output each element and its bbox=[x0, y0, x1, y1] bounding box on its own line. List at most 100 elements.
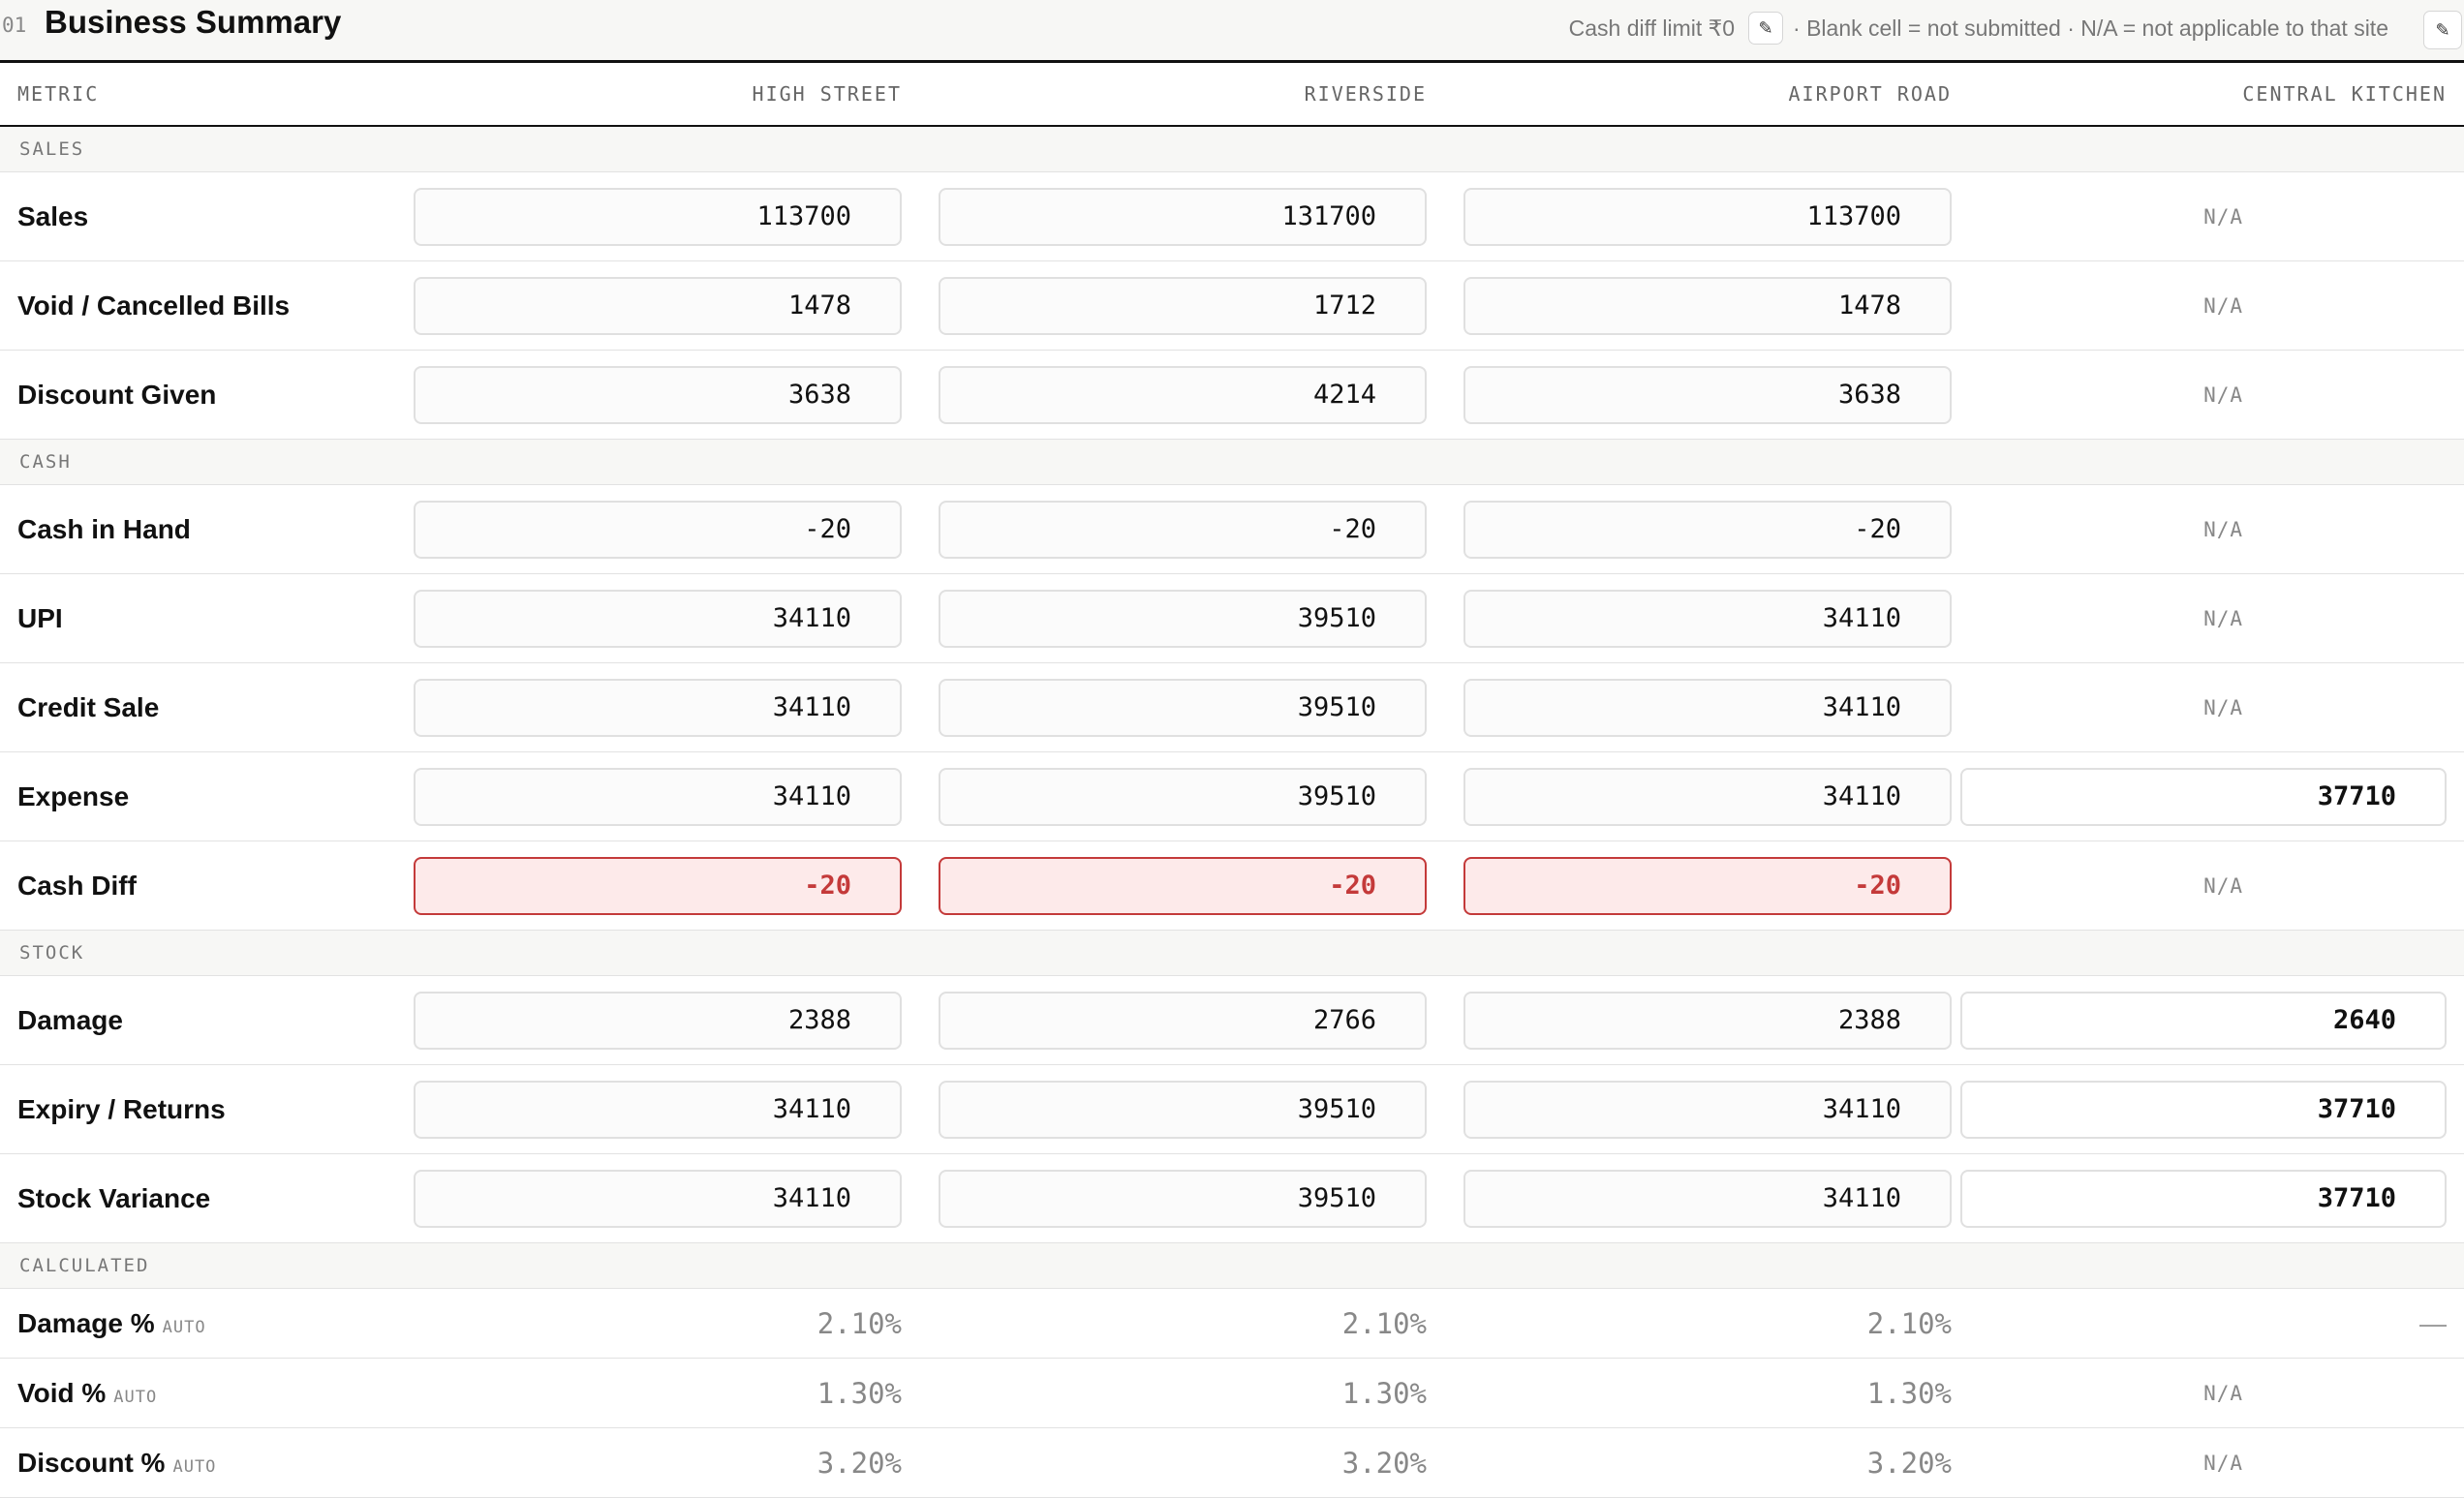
value-input[interactable]: 39510 bbox=[939, 1169, 1427, 1228]
na-label: N/A bbox=[2203, 293, 2243, 318]
header-hint: Cash diff limit ₹0 ✎ · Blank cell = not … bbox=[1569, 12, 2388, 45]
summary-table: METRIC HIGH STREET RIVERSIDE AIRPORT ROA… bbox=[0, 63, 2464, 1498]
table-row-stock-variance: Stock Variance 34110 39510 34110 37710 bbox=[0, 1153, 2464, 1243]
calculated-value: 1.30% bbox=[1341, 1376, 1427, 1410]
metric-label: Discount Given bbox=[0, 350, 378, 440]
value-input[interactable]: 1712 bbox=[939, 276, 1427, 335]
value-input[interactable]: 37710 bbox=[1960, 767, 2447, 826]
table-row-upi: UPI 34110 39510 34110 N/A bbox=[0, 573, 2464, 663]
metric-label: Damage % AUTO bbox=[0, 1288, 378, 1359]
na-label: N/A bbox=[2203, 382, 2243, 407]
section-header: 01 Business Summary Cash diff limit ₹0 ✎… bbox=[0, 0, 2464, 63]
value-input[interactable]: 39510 bbox=[939, 678, 1427, 737]
value-input[interactable]: 39510 bbox=[939, 1080, 1427, 1139]
calculated-value: 3.20% bbox=[1866, 1446, 1952, 1480]
group-label: STOCK bbox=[0, 930, 2464, 976]
value-input[interactable]: 34110 bbox=[414, 767, 902, 826]
pencil-icon: ✎ bbox=[1758, 17, 1773, 38]
metric-label: Cash in Hand bbox=[0, 484, 378, 574]
edit-section-button[interactable]: ✎ bbox=[2423, 11, 2462, 49]
na-label: N/A bbox=[2203, 1381, 2243, 1405]
value-input[interactable]: 113700 bbox=[1463, 187, 1952, 246]
value-input[interactable]: 34110 bbox=[1463, 1080, 1952, 1139]
table-header-row: METRIC HIGH STREET RIVERSIDE AIRPORT ROA… bbox=[0, 63, 2464, 127]
value-input[interactable]: -20 bbox=[1463, 500, 1952, 559]
na-label: N/A bbox=[2203, 695, 2243, 719]
table-row-cash-in-hand: Cash in Hand -20 -20 -20 N/A bbox=[0, 484, 2464, 574]
value-input[interactable]: 34110 bbox=[414, 1169, 902, 1228]
metric-label: Expense bbox=[0, 751, 378, 841]
table-row-void-pct: Void % AUTO 1.30% 1.30% 1.30% N/A bbox=[0, 1358, 2464, 1428]
value-input[interactable]: 34110 bbox=[414, 1080, 902, 1139]
table-row-damage: Damage 2388 2766 2388 2640 bbox=[0, 975, 2464, 1065]
value-input[interactable]: 34110 bbox=[1463, 678, 1952, 737]
column-header-central-kitchen: CENTRAL KITCHEN bbox=[1952, 63, 2464, 127]
value-input[interactable]: -20 bbox=[414, 500, 902, 559]
na-label: N/A bbox=[2203, 606, 2243, 630]
group-label: CALCULATED bbox=[0, 1242, 2464, 1289]
section-number: 01 bbox=[2, 14, 27, 37]
value-input[interactable]: 4214 bbox=[939, 365, 1427, 424]
calculated-value: 2.10% bbox=[816, 1306, 902, 1340]
value-input[interactable]: 113700 bbox=[414, 187, 902, 246]
group-label: CASH bbox=[0, 439, 2464, 485]
value-input[interactable]: 3638 bbox=[414, 365, 902, 424]
group-row-stock: STOCK bbox=[0, 930, 2464, 976]
value-input[interactable]: 39510 bbox=[939, 767, 1427, 826]
calculated-value: 1.30% bbox=[1866, 1376, 1952, 1410]
value-input[interactable]: 34110 bbox=[414, 589, 902, 648]
column-header-metric: METRIC bbox=[0, 63, 378, 127]
cash-diff-limit-label: Cash diff limit ₹0 bbox=[1568, 15, 1736, 41]
value-input[interactable]: 39510 bbox=[939, 589, 1427, 648]
value-input[interactable]: 1478 bbox=[1463, 276, 1952, 335]
value-input[interactable]: 34110 bbox=[1463, 1169, 1952, 1228]
table-row-discount: Discount Given 3638 4214 3638 N/A bbox=[0, 350, 2464, 440]
table-row-discount-pct: Discount % AUTO 3.20% 3.20% 3.20% N/A bbox=[0, 1427, 2464, 1498]
na-label: N/A bbox=[2203, 873, 2243, 898]
empty-dash: — bbox=[1952, 1288, 2464, 1359]
value-input[interactable]: 34110 bbox=[1463, 589, 1952, 648]
table-row-expense: Expense 34110 39510 34110 37710 bbox=[0, 751, 2464, 841]
value-input[interactable]: 37710 bbox=[1960, 1169, 2447, 1228]
value-input[interactable]: 34110 bbox=[414, 678, 902, 737]
table-row-cash-diff: Cash Diff -20 -20 -20 N/A bbox=[0, 841, 2464, 931]
metric-label: Expiry / Returns bbox=[0, 1064, 378, 1154]
na-label: N/A bbox=[2203, 204, 2243, 229]
pencil-icon: ✎ bbox=[2435, 19, 2450, 40]
metric-label: Damage bbox=[0, 975, 378, 1065]
value-input[interactable]: 2640 bbox=[1960, 991, 2447, 1050]
metric-label: Stock Variance bbox=[0, 1153, 378, 1243]
value-input[interactable]: 2766 bbox=[939, 991, 1427, 1050]
value-input[interactable]: 1478 bbox=[414, 276, 902, 335]
auto-badge: AUTO bbox=[162, 1317, 206, 1337]
cash-diff-alert-value[interactable]: -20 bbox=[414, 856, 902, 915]
value-input[interactable]: 34110 bbox=[1463, 767, 1952, 826]
page-title: Business Summary bbox=[45, 4, 342, 40]
metric-label-text: Damage % bbox=[17, 1307, 155, 1338]
value-input[interactable]: 2388 bbox=[414, 991, 902, 1050]
metric-label: Sales bbox=[0, 171, 378, 261]
group-label: SALES bbox=[0, 126, 2464, 172]
metric-label-text: Discount % bbox=[17, 1447, 166, 1478]
value-input[interactable]: -20 bbox=[939, 500, 1427, 559]
calculated-value: 2.10% bbox=[1341, 1306, 1427, 1340]
value-input[interactable]: 3638 bbox=[1463, 365, 1952, 424]
value-input[interactable]: 37710 bbox=[1960, 1080, 2447, 1139]
metric-label-text: Void % bbox=[17, 1377, 107, 1408]
na-label: N/A bbox=[2203, 1451, 2243, 1475]
auto-badge: AUTO bbox=[172, 1456, 217, 1477]
table-row-sales: Sales 113700 131700 113700 N/A bbox=[0, 171, 2464, 261]
value-input[interactable]: 2388 bbox=[1463, 991, 1952, 1050]
cash-diff-alert-value[interactable]: -20 bbox=[939, 856, 1427, 915]
legend-text: · Blank cell = not submitted · N/A = not… bbox=[1793, 15, 2388, 41]
table-row-expiry-returns: Expiry / Returns 34110 39510 34110 37710 bbox=[0, 1064, 2464, 1154]
na-label: N/A bbox=[2203, 517, 2243, 541]
value-input[interactable]: 131700 bbox=[939, 187, 1427, 246]
table-row-void: Void / Cancelled Bills 1478 1712 1478 N/… bbox=[0, 260, 2464, 351]
metric-label: UPI bbox=[0, 573, 378, 663]
edit-cash-limit-button[interactable]: ✎ bbox=[1748, 12, 1784, 45]
column-header-high-street: HIGH STREET bbox=[378, 63, 902, 127]
table-row-credit-sale: Credit Sale 34110 39510 34110 N/A bbox=[0, 662, 2464, 752]
calculated-value: 1.30% bbox=[816, 1376, 902, 1410]
cash-diff-alert-value[interactable]: -20 bbox=[1463, 856, 1952, 915]
